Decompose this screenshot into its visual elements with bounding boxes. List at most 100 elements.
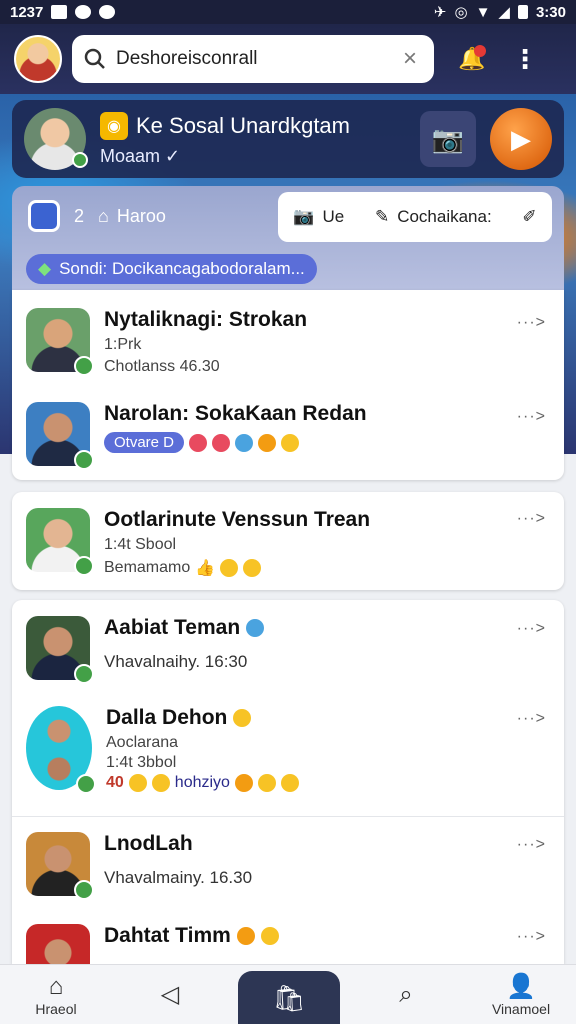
list-item[interactable]: Narolan: SokaKaan Redan Otvare D ···> — [12, 402, 564, 470]
pin-icon[interactable]: ✐ — [522, 207, 536, 227]
chat-count: 40 — [106, 774, 124, 791]
chat-avatar — [26, 402, 94, 470]
nav-home-label: Hraeol — [35, 1001, 77, 1017]
more-button[interactable]: ···> — [517, 710, 546, 728]
app-icon — [75, 5, 92, 19]
emoji-icon — [151, 774, 170, 792]
camera-outline-icon: 📷 — [293, 207, 315, 226]
nav-bag-button[interactable]: 🛍 — [238, 971, 340, 1024]
chat-name: Narolan: SokaKaan Redan — [104, 402, 367, 425]
chat-name: Dahtat Timm — [104, 924, 231, 947]
chat-tag: Otvare D — [104, 432, 185, 453]
emoji-icon — [257, 774, 276, 792]
overflow-menu-button[interactable]: ⋮ — [512, 44, 538, 75]
search-icon — [84, 48, 105, 69]
status-clock: 3:30 — [535, 3, 566, 21]
emoji-icon — [212, 433, 231, 452]
emoji-icon — [243, 559, 262, 577]
chat-name: LnodLah — [104, 832, 193, 855]
chat-line: Chotlanss 46.30 — [104, 358, 220, 375]
more-button[interactable]: ···> — [517, 408, 546, 426]
chat-avatar — [26, 706, 96, 794]
nav-back[interactable]: ◁ — [148, 965, 192, 1024]
nav-home[interactable]: ⌂ Hraeol — [28, 965, 84, 1024]
list-item[interactable]: Aabiat Teman Vhavalnaihy. 16:30 ···> — [12, 616, 564, 684]
emoji-icon — [234, 774, 253, 792]
instagram-icon[interactable] — [28, 200, 60, 232]
online-status-icon — [72, 152, 88, 168]
chat-avatar — [26, 308, 94, 376]
thumbs-up-icon: 👍 — [195, 560, 216, 577]
chat-line: Bemamamo — [104, 559, 191, 576]
person-icon: 👤 — [506, 973, 536, 1000]
action-2-label: Cochaikana: — [397, 207, 492, 226]
battery-icon — [517, 5, 528, 19]
chat-line: Aoclarana — [106, 734, 179, 751]
airplane-icon: ✈ — [433, 4, 447, 21]
emoji-icon — [281, 433, 300, 452]
more-button[interactable]: ···> — [517, 510, 546, 528]
bag-icon: 🛍 — [272, 982, 306, 1013]
home-icon: ⌂ — [48, 973, 64, 1000]
camera-button[interactable]: 📷 — [420, 111, 476, 167]
profile-card[interactable]: ◉ Ke Sosal Unardkgtam Moaam ✓ 📷 ▶ — [12, 100, 564, 178]
play-button[interactable]: ▶ — [490, 108, 552, 170]
chat-line-reactions: 40 hohziyo — [106, 774, 550, 792]
emoji-icon — [235, 433, 254, 452]
profile-avatar[interactable] — [24, 108, 88, 170]
chat-name: Nytaliknagi: Strokan — [104, 308, 308, 331]
chat-line: Vhavalmainy. 16.30 — [104, 868, 253, 887]
chat-line: Vhavalnaihy. 16:30 — [104, 652, 248, 671]
emoji-icon — [189, 433, 208, 452]
list-item[interactable]: LnodLah Vhavalmainy. 16.30 ···> — [12, 832, 564, 900]
emoji-icon — [280, 774, 299, 792]
tab-home[interactable]: ⌂ Haroo — [98, 206, 166, 227]
camera-action-button[interactable]: 📷 Ue — [293, 207, 344, 227]
user-avatar[interactable] — [14, 35, 62, 83]
nav-profile[interactable]: 👤 Vinamoel — [486, 965, 556, 1024]
tab-count: 2 — [74, 205, 85, 226]
chat-name-row: Dahtat Timm — [104, 924, 550, 948]
notification-button[interactable]: 🔔 — [452, 39, 492, 79]
more-button[interactable]: ···> — [517, 836, 546, 854]
list-item[interactable]: Dalla Dehon Aoclarana 1:4t 3bbol 40 hohz… — [12, 706, 564, 794]
diamond-icon: ◆ — [38, 259, 52, 278]
pencil-icon: ✎ — [374, 207, 390, 226]
chat-name-row: Dalla Dehon — [106, 706, 550, 730]
chat-reactions: Otvare D — [104, 432, 550, 453]
edit-action-button[interactable]: ✎ Cochaikana: — [375, 207, 492, 227]
chat-line: 1:4t 3bbol — [106, 754, 177, 771]
more-button[interactable]: ···> — [517, 620, 546, 638]
camera-icon: 📷 — [431, 123, 465, 154]
coin-icon: ◉ — [100, 111, 128, 140]
clear-search-button[interactable]: × — [398, 45, 422, 73]
chat-line: 1:4t Sbool — [104, 536, 177, 553]
chat-line: 1:Prk — [104, 336, 142, 353]
search-icon: ⌕ — [399, 981, 413, 1008]
play-icon: ▶ — [511, 123, 531, 154]
chat-line: hohziyo — [174, 774, 230, 791]
emoji-icon — [258, 433, 277, 452]
chat-line-reactions: Bemamamo 👍 — [104, 558, 550, 578]
tab-strip: 2 ⌂ Haroo 📷 Ue ✎ Cochaikana: ✐ ◆ Sondi: … — [12, 186, 564, 290]
app-header: × 🔔 ⋮ — [0, 24, 576, 94]
list-item[interactable]: Ootlarinute Venssun Trean 1:4t Sbool Bem… — [12, 508, 564, 578]
emoji-icon — [128, 774, 147, 792]
sync-icon — [99, 5, 116, 19]
nav-search[interactable]: ⌕ — [384, 965, 428, 1024]
online-status-icon — [76, 774, 96, 794]
online-status-icon — [74, 556, 94, 576]
more-button[interactable]: ···> — [517, 314, 546, 332]
emoji-icon — [220, 559, 239, 577]
search-input[interactable] — [116, 48, 388, 70]
chat-name: Aabiat Teman — [104, 616, 241, 639]
bottom-nav: ⌂ Hraeol ◁ 🛍 ⌕ 👤 Vinamoel — [0, 964, 576, 1024]
profile-title: Ke Sosal Unardkgtam — [136, 112, 350, 138]
notification-badge — [474, 45, 486, 57]
emoji-icon — [236, 927, 255, 945]
online-status-icon — [74, 356, 94, 376]
list-item[interactable]: Nytaliknagi: Strokan 1:Prk Chotlanss 46.… — [12, 308, 564, 376]
info-chip[interactable]: ◆ Sondi: Docikancagabodoralam... — [26, 254, 317, 284]
chat-name-row: Aabiat Teman — [104, 616, 550, 640]
more-button[interactable]: ···> — [517, 928, 546, 946]
